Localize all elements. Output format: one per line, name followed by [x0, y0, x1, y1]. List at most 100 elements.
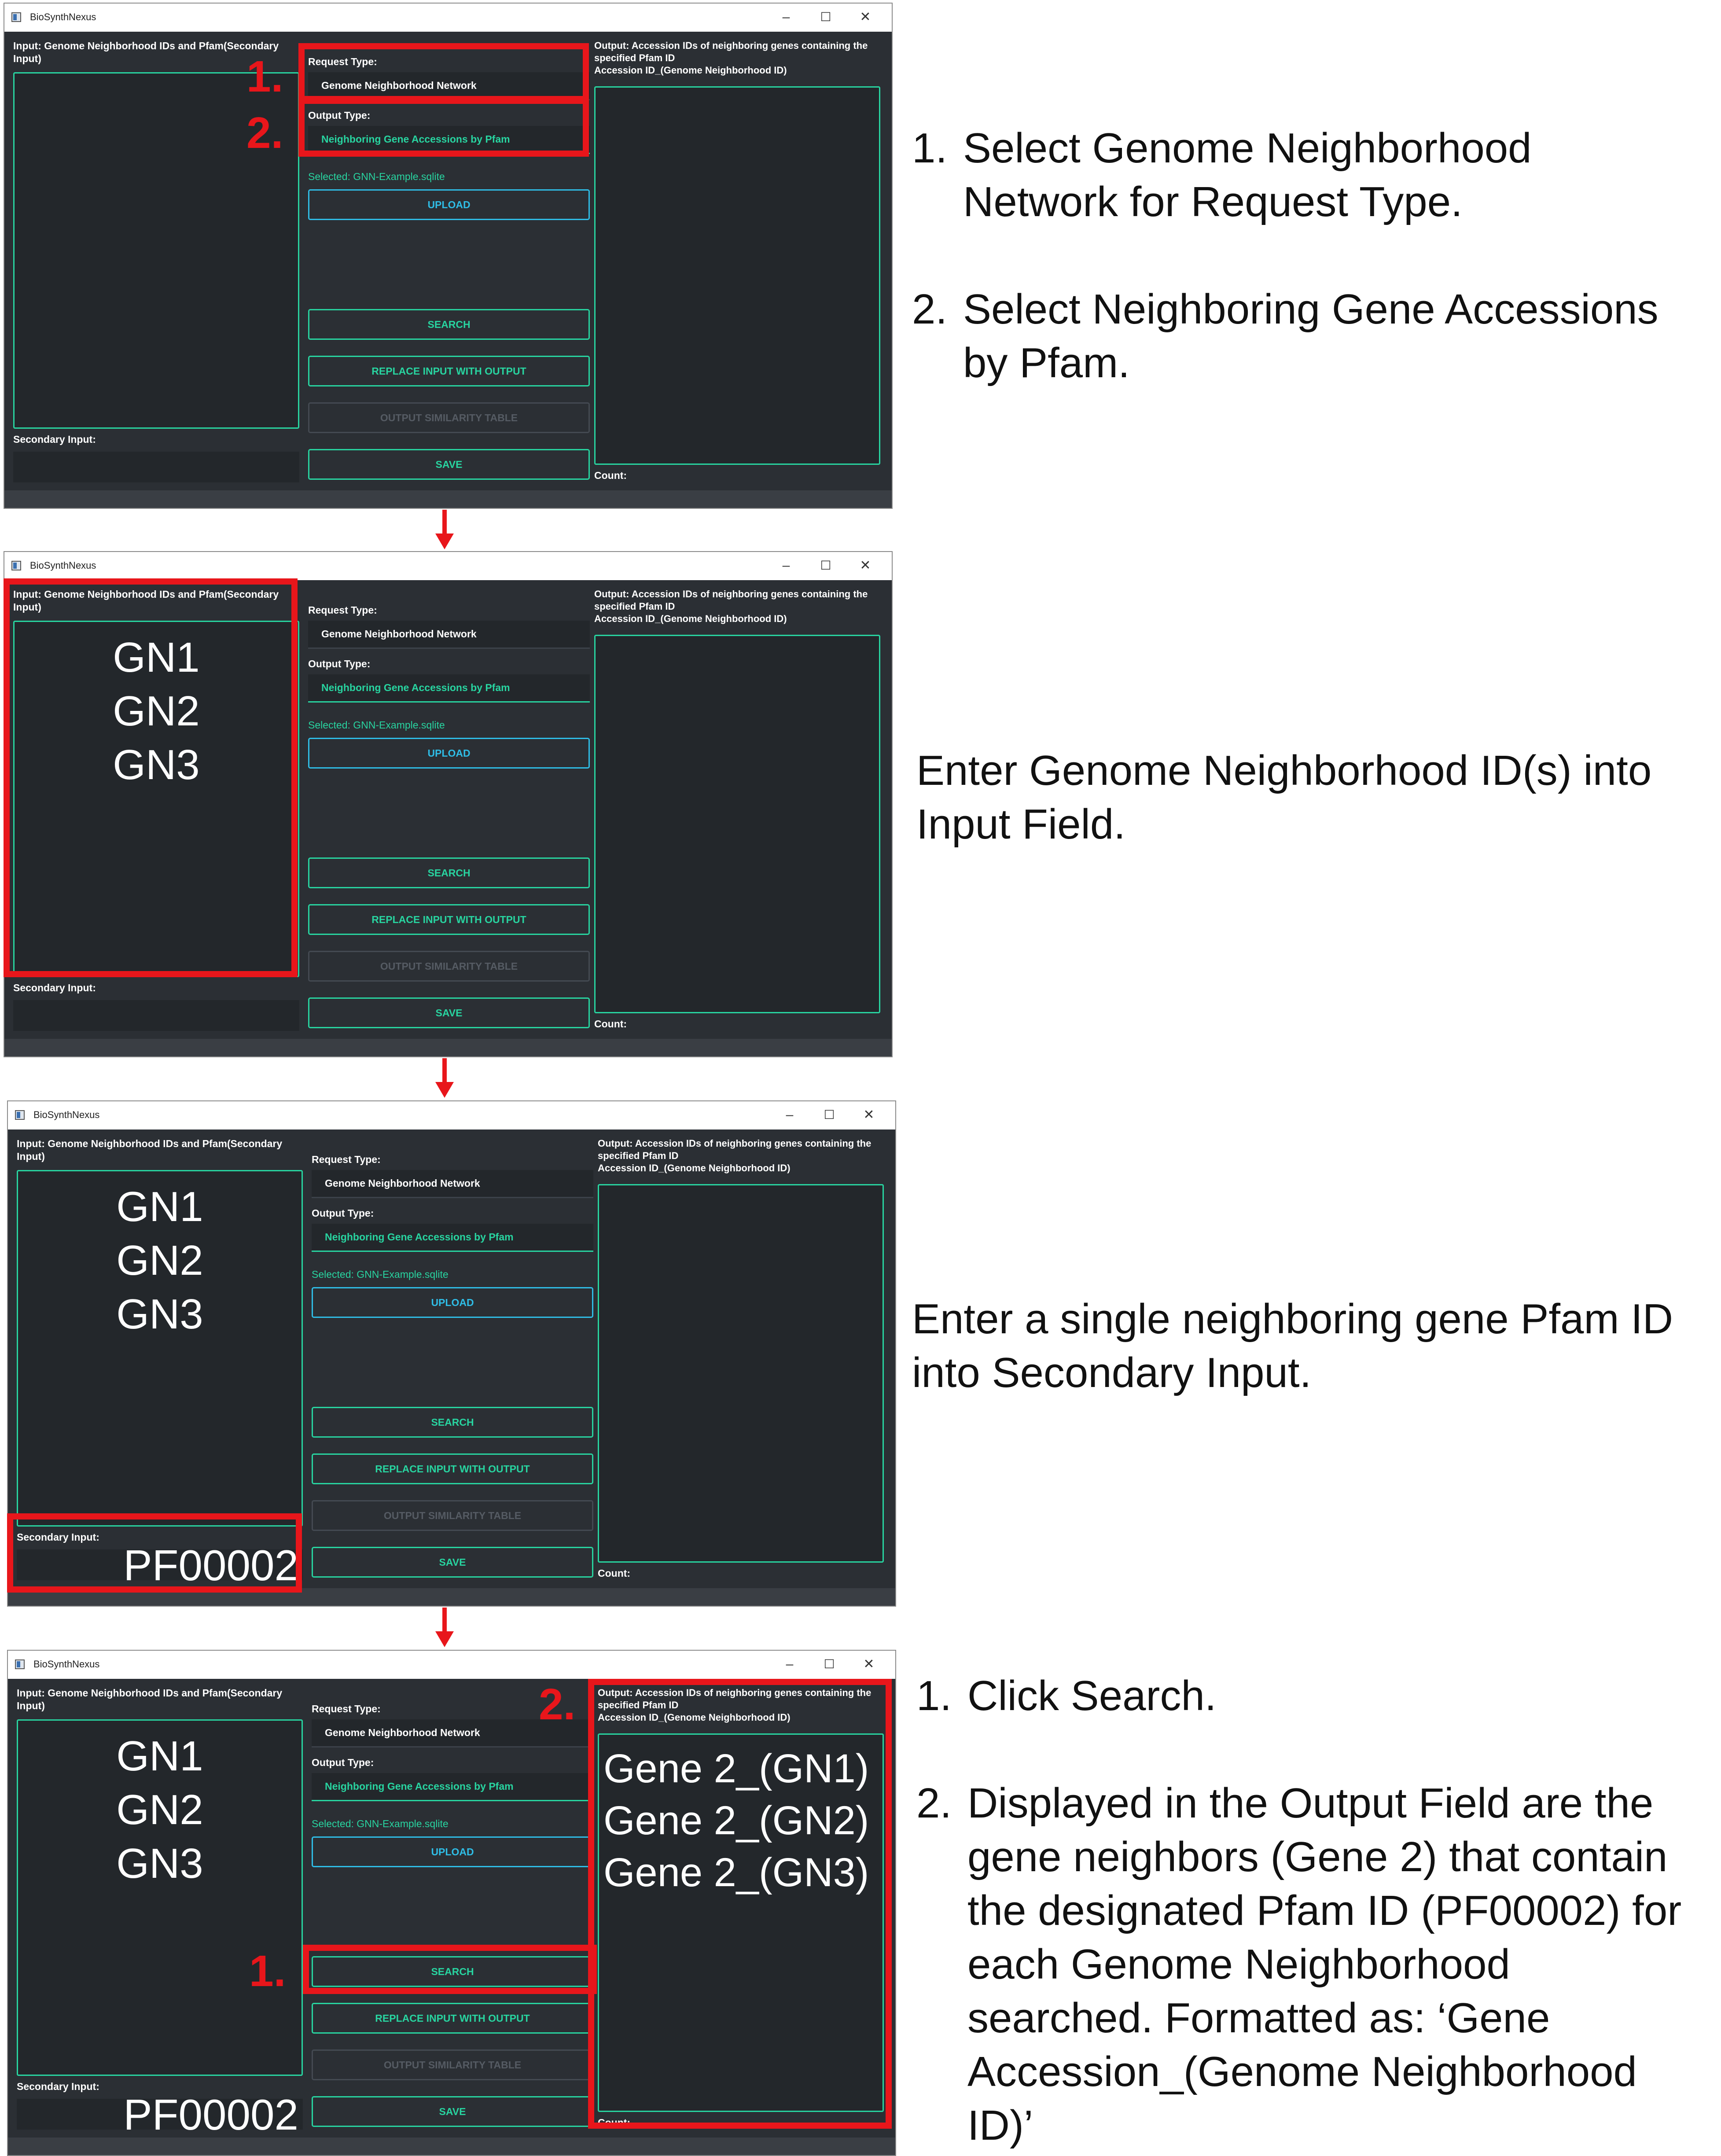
output-label: Output: Accession IDs of neighboring gen…: [598, 1138, 872, 1174]
request-type-select[interactable]: Genome Neighborhood Network: [312, 1170, 593, 1198]
input-field[interactable]: GN1 GN2 GN3: [17, 1719, 303, 2076]
output-field[interactable]: [598, 1184, 884, 1563]
output-label: Output: Accession IDs of neighboring gen…: [594, 589, 868, 624]
highlight-secondary-input: [7, 1513, 302, 1593]
highlight-input-field: [4, 578, 298, 977]
marker-2: 2.: [246, 108, 283, 158]
instructions-step-1: 1. Select Genome Neighborhood Network fo…: [912, 121, 1704, 386]
secondary-input[interactable]: PF00002: [17, 2090, 303, 2139]
input-label: Input: Genome Neighborhood IDs and Pfam(…: [17, 1138, 283, 1162]
similarity-table-button[interactable]: OUTPUT SIMILARITY TABLE: [312, 2049, 593, 2080]
input-field-value: GN1 GN2 GN3: [116, 1733, 203, 1887]
secondary-input-label: Secondary Input:: [13, 982, 96, 993]
replace-input-button[interactable]: REPLACE INPUT WITH OUTPUT: [312, 2003, 593, 2034]
count-label: Count:: [598, 1567, 631, 1579]
upload-button[interactable]: UPLOAD: [308, 189, 590, 220]
search-button[interactable]: SEARCH: [308, 857, 590, 888]
save-button[interactable]: SAVE: [308, 997, 590, 1028]
highlight-search-button: [303, 1945, 597, 1994]
app-icon: [15, 1110, 25, 1120]
search-button[interactable]: SEARCH: [308, 309, 590, 340]
save-button[interactable]: SAVE: [312, 2096, 593, 2127]
input-field[interactable]: GN1 GN2 GN3: [17, 1170, 303, 1527]
minimize-icon[interactable]: –: [772, 1653, 807, 1675]
status-bar: [8, 2138, 895, 2155]
secondary-input-value: PF00002: [123, 2090, 298, 2139]
request-type-label: Request Type:: [312, 1154, 381, 1165]
secondary-input[interactable]: [13, 452, 299, 482]
similarity-table-button[interactable]: OUTPUT SIMILARITY TABLE: [308, 402, 590, 433]
output-type-select[interactable]: Neighboring Gene Accessions by Pfam: [308, 674, 590, 703]
minimize-icon[interactable]: –: [772, 1104, 807, 1126]
app-icon: [11, 561, 21, 570]
replace-input-button[interactable]: REPLACE INPUT WITH OUTPUT: [308, 904, 590, 935]
maximize-icon[interactable]: ☐: [808, 555, 843, 577]
panel-step-1: BioSynthNexus – ☐ ✕ Input: Genome Neighb…: [4, 3, 893, 509]
input-label: Input: Genome Neighborhood IDs and Pfam(…: [17, 1687, 283, 1711]
secondary-input-label: Secondary Input:: [17, 2081, 99, 2092]
output-type-label: Output Type:: [312, 1207, 374, 1219]
secondary-input-label: Secondary Input:: [13, 434, 96, 445]
output-type-select[interactable]: Neighboring Gene Accessions by Pfam: [312, 1224, 593, 1252]
instructions-step-2: Enter Genome Neighborhood ID(s) into Inp…: [916, 744, 1709, 858]
minimize-icon[interactable]: –: [769, 6, 804, 28]
count-label: Count:: [594, 1018, 627, 1030]
save-button[interactable]: SAVE: [312, 1547, 593, 1578]
close-icon[interactable]: ✕: [848, 555, 883, 577]
minimize-icon[interactable]: –: [769, 555, 804, 577]
upload-button[interactable]: UPLOAD: [312, 1836, 593, 1867]
upload-button[interactable]: UPLOAD: [312, 1287, 593, 1318]
request-type-label: Request Type:: [312, 1703, 381, 1714]
instruction-text: Click Search.: [967, 1672, 1217, 1719]
title-bar: BioSynthNexus – ☐ ✕: [8, 1101, 895, 1130]
count-label: Count:: [594, 470, 627, 481]
maximize-icon[interactable]: ☐: [812, 1653, 847, 1675]
selected-file-text: Selected: GNN-Example.sqlite: [312, 1818, 449, 1829]
upload-button[interactable]: UPLOAD: [308, 738, 590, 769]
output-type-select[interactable]: Neighboring Gene Accessions by Pfam: [312, 1773, 593, 1801]
instruction-text: Enter a single neighboring gene Pfam ID …: [912, 1295, 1673, 1396]
window-title: BioSynthNexus: [30, 11, 96, 22]
instruction-text: Displayed in the Output Field are the ge…: [967, 1780, 1682, 2149]
secondary-input[interactable]: [13, 1000, 299, 1031]
app-icon: [11, 12, 21, 22]
close-icon[interactable]: ✕: [851, 1653, 886, 1675]
similarity-table-button[interactable]: OUTPUT SIMILARITY TABLE: [312, 1500, 593, 1531]
status-bar: [4, 1039, 892, 1056]
status-bar: [4, 490, 892, 508]
title-bar: BioSynthNexus – ☐ ✕: [4, 4, 892, 32]
highlight-output-type: [298, 98, 589, 157]
save-button[interactable]: SAVE: [308, 449, 590, 480]
replace-input-button[interactable]: REPLACE INPUT WITH OUTPUT: [312, 1453, 593, 1484]
title-bar: BioSynthNexus – ☐ ✕: [8, 1651, 895, 1679]
title-bar: BioSynthNexus – ☐ ✕: [4, 552, 892, 581]
selected-file-text: Selected: GNN-Example.sqlite: [308, 171, 445, 182]
request-type-select[interactable]: Genome Neighborhood Network: [308, 621, 590, 649]
output-field[interactable]: [594, 635, 880, 1013]
instructions-step-4: 1. Click Search. 2. Displayed in the Out…: [916, 1669, 1709, 2149]
similarity-table-button[interactable]: OUTPUT SIMILARITY TABLE: [308, 951, 590, 982]
request-type-label: Request Type:: [308, 604, 377, 616]
input-field-value: GN1 GN2 GN3: [116, 1183, 203, 1338]
highlight-output-field: [588, 1679, 892, 2129]
output-field[interactable]: [594, 86, 880, 465]
window-title: BioSynthNexus: [33, 1659, 100, 1670]
maximize-icon[interactable]: ☐: [812, 1104, 847, 1126]
highlight-request-type: [298, 43, 589, 102]
instructions-step-3: Enter a single neighboring gene Pfam ID …: [912, 1292, 1704, 1407]
replace-input-button[interactable]: REPLACE INPUT WITH OUTPUT: [308, 356, 590, 386]
app-icon: [15, 1659, 25, 1669]
maximize-icon[interactable]: ☐: [808, 6, 843, 28]
close-icon[interactable]: ✕: [851, 1104, 886, 1126]
output-type-label: Output Type:: [312, 1757, 374, 1768]
marker-2: 2.: [539, 1680, 576, 1729]
selected-file-text: Selected: GNN-Example.sqlite: [312, 1269, 449, 1280]
instruction-text: Select Neighboring Gene Accessions by Pf…: [963, 286, 1658, 386]
panel-step-2: BioSynthNexus – ☐ ✕ Input: Genome Neighb…: [4, 551, 893, 1057]
panel-step-4: BioSynthNexus – ☐ ✕ Input: Genome Neighb…: [7, 1650, 896, 2156]
instruction-number: 2.: [916, 1780, 952, 1827]
search-button[interactable]: SEARCH: [312, 1407, 593, 1438]
marker-1: 1.: [246, 52, 283, 101]
panel-step-3: BioSynthNexus – ☐ ✕ Input: Genome Neighb…: [7, 1100, 896, 1607]
close-icon[interactable]: ✕: [848, 6, 883, 28]
